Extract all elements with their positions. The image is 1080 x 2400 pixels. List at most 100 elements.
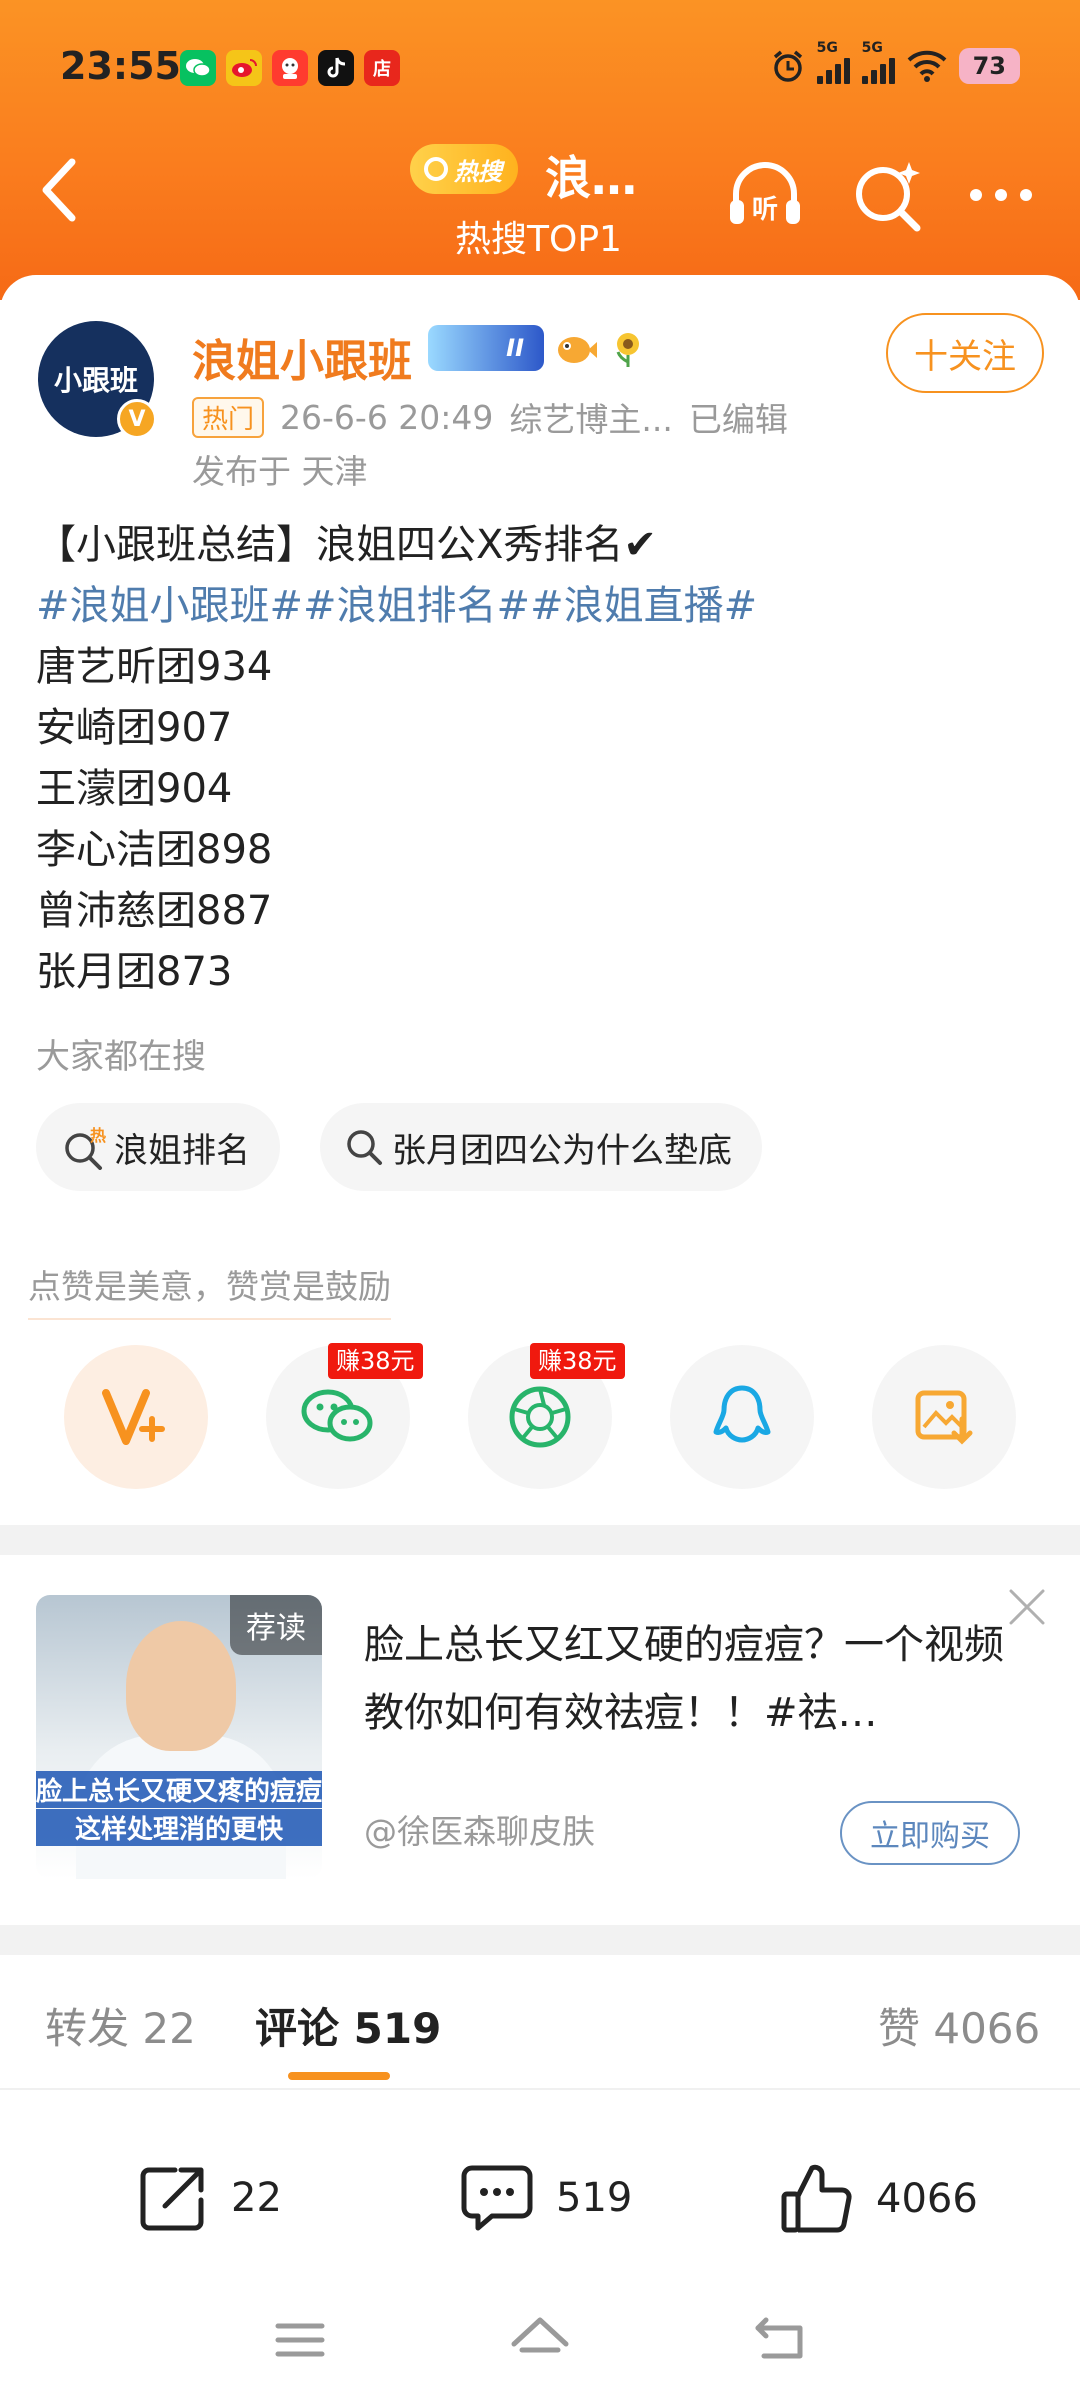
earn-tag: 赚38元	[328, 1343, 423, 1379]
search-chip-label: 浪姐排名	[114, 1130, 250, 1171]
ranking-line: 王濛团904	[36, 766, 233, 812]
comment-action[interactable]: 519	[458, 2160, 632, 2236]
reward-hint: 点赞是美意，赞赏是鼓励	[28, 1260, 391, 1320]
ranking-line: 李心洁团898	[36, 827, 273, 873]
battery-level: 73	[958, 48, 1020, 84]
ad-tag: 荐读	[230, 1595, 322, 1655]
tab-reposts[interactable]: 转发 22	[45, 1995, 196, 2056]
post-location: 发布于 天津	[192, 452, 368, 491]
more-icon[interactable]	[958, 152, 1044, 238]
ai-search-icon[interactable]	[845, 152, 931, 238]
reward-button[interactable]	[64, 1345, 208, 1489]
bottom-action-bar: 22 519 4066	[0, 2110, 1080, 2280]
hashtag[interactable]: #浪姐直播#	[530, 583, 757, 629]
comment-count: 519	[556, 2175, 633, 2221]
taobao-icon	[272, 50, 308, 86]
status-bar: 23:55 店 5G 5G 73	[0, 40, 1080, 100]
doctor-face	[126, 1621, 236, 1751]
network-type-2: 5G	[861, 40, 883, 56]
earn-tag: 赚38元	[530, 1343, 625, 1379]
v-plus-icon	[102, 1389, 165, 1445]
hot-search-label: 热搜	[454, 157, 502, 186]
search-icon	[424, 157, 448, 181]
network-type-1: 5G	[816, 40, 838, 56]
comment-icon	[461, 2165, 533, 2231]
image-download-icon	[915, 1390, 973, 1445]
signal-1: 5G	[816, 40, 850, 84]
tiktok-icon	[318, 50, 354, 86]
recommended-ad[interactable]: 荐读 脸上总长又硬又疼的痘痘 这样处理消的更快 脸上总长又红又硬的痘痘？一个视频…	[0, 1555, 1080, 1925]
username[interactable]: 浪姐小跟班	[192, 325, 412, 389]
home-icon[interactable]	[508, 2308, 572, 2372]
hashtag-row: #浪姐小跟班##浪姐排名##浪姐直播#	[36, 576, 1046, 637]
listen-icon[interactable]: 听	[722, 152, 808, 238]
share-count: 22	[231, 2175, 282, 2221]
share-icon	[140, 2167, 204, 2231]
post-card: 小跟班 V 浪姐小跟班 II 十关注 热门 26-6-6 20:49 综艺博主.…	[0, 275, 1080, 1525]
follow-button[interactable]: 十关注	[886, 313, 1044, 393]
search-chip-label: 张月团四公为什么垫底	[392, 1130, 732, 1171]
post-category: 综艺博主...	[509, 400, 673, 439]
post-content: 【小跟班总结】浪姐四公X秀排名✔ #浪姐小跟班##浪姐排名##浪姐直播# 唐艺昕…	[36, 515, 1046, 1003]
active-tab-indicator	[288, 2072, 390, 2080]
user-badges: II	[428, 325, 648, 371]
wechat-icon	[301, 1389, 373, 1442]
weibo-icon	[226, 50, 262, 86]
save-image-button[interactable]	[872, 1345, 1016, 1489]
verified-badge-icon: V	[117, 399, 157, 439]
hashtag[interactable]: #浪姐排名#	[303, 583, 530, 629]
wifi-icon	[907, 50, 946, 82]
share-action[interactable]: 22	[135, 2160, 282, 2236]
tab-comments[interactable]: 评论 519	[255, 1995, 441, 2056]
section-divider	[0, 1925, 1080, 1955]
search-chip-1[interactable]: 热 浪姐排名	[36, 1103, 280, 1191]
page-title[interactable]: 浪…	[545, 142, 637, 208]
member-level-badge[interactable]: II	[428, 325, 544, 371]
ad-caption-2: 这样处理消的更快	[36, 1809, 322, 1846]
svg-text:听: 听	[752, 195, 778, 225]
ranking-line: 曾沛慈团887	[36, 888, 273, 934]
back-icon[interactable]	[748, 2308, 812, 2372]
hot-search-icon: 热	[65, 1126, 106, 1170]
hot-mark: 热	[90, 1126, 106, 1145]
hot-search-tag[interactable]: 热搜	[410, 144, 518, 194]
interaction-tabs: 转发 22 评论 519 赞 4066	[0, 1955, 1080, 2090]
thumbs-up-icon	[781, 2164, 852, 2233]
wechat-icon	[180, 50, 216, 86]
hashtag[interactable]: #浪姐小跟班#	[36, 583, 303, 629]
tab-likes[interactable]: 赞 4066	[878, 1995, 1040, 2056]
buy-now-button[interactable]: 立即购买	[840, 1801, 1020, 1865]
search-chip-2[interactable]: 张月团四公为什么垫底	[320, 1103, 762, 1191]
ranking-line: 唐艺昕团934	[36, 644, 273, 690]
header-bar: 23:55 店 5G 5G 73 热搜 浪… 热搜TOP1 听	[0, 0, 1080, 300]
sunflower-icon[interactable]	[608, 328, 648, 368]
post-meta: 热门 26-6-6 20:49 综艺博主... 已编辑	[192, 393, 788, 441]
shop-icon: 店	[364, 50, 400, 86]
post-edited: 已编辑	[688, 400, 788, 439]
system-nav-bar	[0, 2280, 1080, 2400]
page-subtitle[interactable]: 热搜TOP1	[455, 210, 622, 262]
menu-icon[interactable]	[268, 2308, 332, 2372]
like-action[interactable]: 4066	[778, 2160, 978, 2238]
share-qq-button[interactable]	[670, 1345, 814, 1489]
ad-author[interactable]: @徐医森聊皮肤	[364, 1805, 595, 1853]
back-arrow-icon[interactable]	[30, 150, 90, 230]
search-icon	[347, 1130, 382, 1165]
post-headline: 【小跟班总结】浪姐四公X秀排名✔	[36, 522, 657, 568]
avatar-text: 小跟班	[53, 364, 138, 397]
hot-tag: 热门	[192, 396, 265, 438]
top-nav: 热搜 浪… 热搜TOP1 听	[0, 120, 1080, 270]
qq-icon	[713, 1385, 771, 1443]
fish-icon[interactable]	[554, 328, 598, 368]
moments-icon	[509, 1386, 571, 1448]
status-time: 23:55	[60, 44, 181, 88]
ad-caption-1: 脸上总长又硬又疼的痘痘	[36, 1771, 322, 1808]
ad-thumbnail[interactable]: 荐读 脸上总长又硬又疼的痘痘 这样处理消的更快	[36, 1595, 322, 1879]
alarm-icon	[773, 50, 802, 82]
section-divider	[0, 1525, 1080, 1555]
status-right: 5G 5G 73	[771, 40, 1020, 84]
post-timestamp: 26-6-6 20:49	[280, 397, 494, 437]
notification-icons: 店	[180, 50, 400, 86]
like-count: 4066	[876, 2176, 978, 2222]
ad-title[interactable]: 脸上总长又红又硬的痘痘？一个视频教你如何有效祛痘！！#祛…	[364, 1611, 1034, 1747]
